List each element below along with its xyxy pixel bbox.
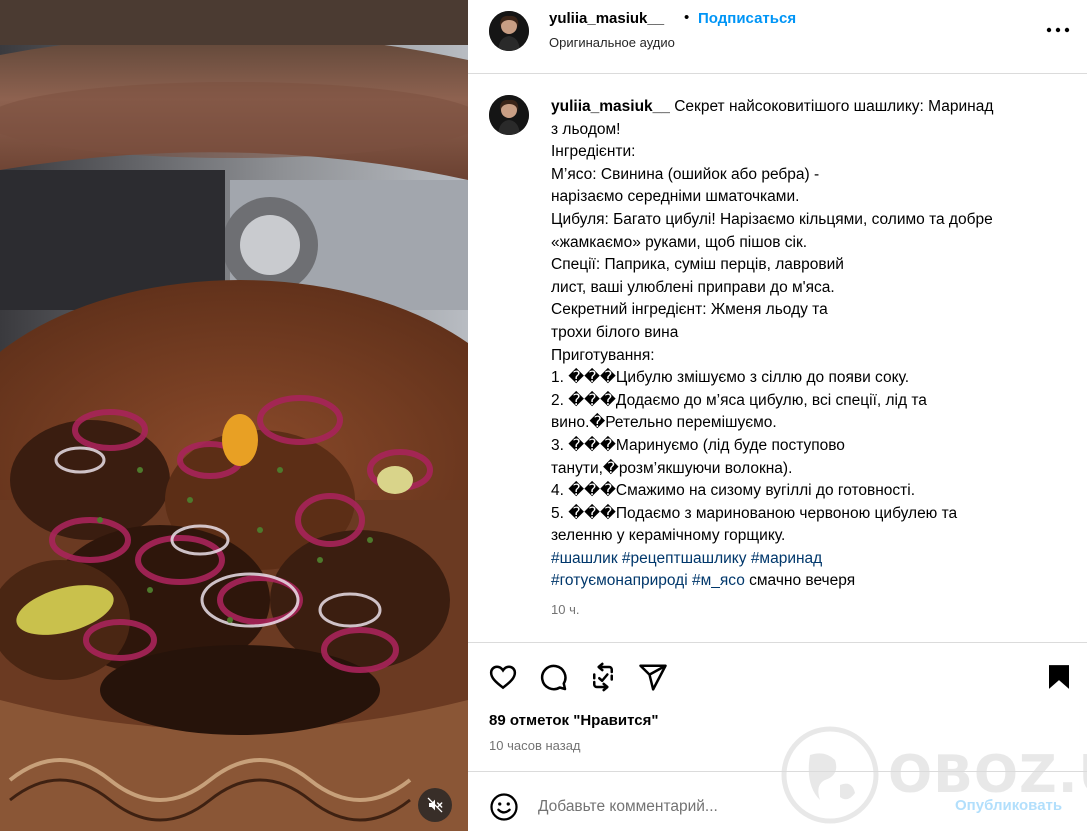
caption-line: 1. ���Цибулю змішуємо з сіллю до появи с… xyxy=(551,369,910,387)
mute-button[interactable] xyxy=(418,788,452,822)
post-caption: yuliia_masiuk__ Секрет найсоковитішого ш… xyxy=(551,96,1061,622)
hashtag-line: #шашлик #рецептшашлику #маринад xyxy=(551,548,1061,571)
bookmark-icon[interactable] xyxy=(1044,662,1074,692)
post-time: 10 часов назад xyxy=(489,738,581,753)
caption-line: Приготування: xyxy=(551,346,655,364)
audio-label[interactable]: Оригинальное аудио xyxy=(549,35,675,50)
food-photo xyxy=(0,0,468,831)
caption-username[interactable]: yuliia_masiuk__ xyxy=(551,98,670,115)
caption-avatar[interactable] xyxy=(489,95,529,135)
caption-line: 5. ���Подаємо з маринованою червоною циб… xyxy=(551,504,958,522)
post-panel: yuliia_masiuk__ • Подписаться Оригинальн… xyxy=(468,0,1087,831)
caption-line: 4. ���Смажимо на сизому вугіллі до готов… xyxy=(551,482,916,500)
caption-line: з льодом! xyxy=(551,120,621,138)
avatar-image xyxy=(489,11,529,51)
speaker-muted-icon xyxy=(427,797,443,813)
caption-line: зеленню у керамічному горщику. xyxy=(551,527,786,545)
publish-button[interactable]: Опубликовать xyxy=(955,797,1062,814)
post-media[interactable] xyxy=(0,0,468,831)
caption-timestamp[interactable]: 10 ч. xyxy=(551,599,1061,622)
caption-trailing-text: смачно вечеря xyxy=(749,572,856,590)
caption-line: нарізаємо середніми шматочками. xyxy=(551,188,800,206)
separator-dot: • xyxy=(684,9,690,26)
hashtag-link[interactable]: #м_ясо xyxy=(692,572,745,589)
caption-line: «жамкаємо» руками, щоб пішов сік. xyxy=(551,233,808,251)
follow-button[interactable]: Подписаться xyxy=(698,10,796,27)
comment-icon[interactable] xyxy=(538,662,568,692)
likes-count[interactable]: 89 отметок "Нравится" xyxy=(489,712,658,729)
caption-line: Спеції: Паприка, суміш перців, лавровий xyxy=(551,256,844,274)
hashtag-link[interactable]: #шашлик xyxy=(551,550,618,567)
comment-input[interactable] xyxy=(538,794,938,820)
caption-line: Інгредієнти: xyxy=(551,143,636,161)
emoji-icon[interactable] xyxy=(489,792,519,822)
caption-line: Секретний інгредієнт: Жменя льоду та xyxy=(551,301,828,319)
caption-line: танути,�розм’якшуючи волокна). xyxy=(551,459,793,477)
repost-icon[interactable] xyxy=(588,662,618,692)
caption-line: Цибуля: Багато цибулі! Нарізаємо кільцям… xyxy=(551,210,993,228)
comment-bar: Опубликовать xyxy=(468,771,1087,831)
more-horizontal-icon[interactable] xyxy=(1044,20,1072,40)
caption-line: yuliia_masiuk__ Секрет найсоковитішого ш… xyxy=(551,96,1061,119)
share-icon[interactable] xyxy=(638,662,668,692)
action-bar xyxy=(468,642,1087,712)
caption-line: 2. ���Додаємо до м’яса цибулю, всі спеці… xyxy=(551,391,927,409)
heart-icon[interactable] xyxy=(488,662,518,692)
hashtag-link[interactable]: #готуємонаприроді xyxy=(551,572,688,589)
caption-text: Секрет найсоковитішого шашлику: Маринад xyxy=(674,98,994,115)
avatar[interactable] xyxy=(489,11,529,51)
caption-line: трохи білого вина xyxy=(551,323,679,341)
caption-line: М’ясо: Свинина (ошийок або ребра) - xyxy=(551,165,820,183)
username[interactable]: yuliia_masiuk__ xyxy=(549,10,664,27)
caption-line: лист, ваші улюблені приправи до м'яса. xyxy=(551,278,835,296)
caption-line: 3. ���Маринуємо (лід буде поступово xyxy=(551,436,845,454)
caption-line: вино.�Ретельно перемішуємо. xyxy=(551,414,777,432)
hashtag-link[interactable]: #рецептшашлику xyxy=(622,550,747,567)
hashtag-link[interactable]: #маринад xyxy=(751,550,822,567)
hashtag-line: #готуємонаприроді #м_ясо смачно вечеря xyxy=(551,570,1061,593)
post-header: yuliia_masiuk__ • Подписаться Оригинальн… xyxy=(468,0,1087,74)
avatar-image xyxy=(489,95,529,135)
